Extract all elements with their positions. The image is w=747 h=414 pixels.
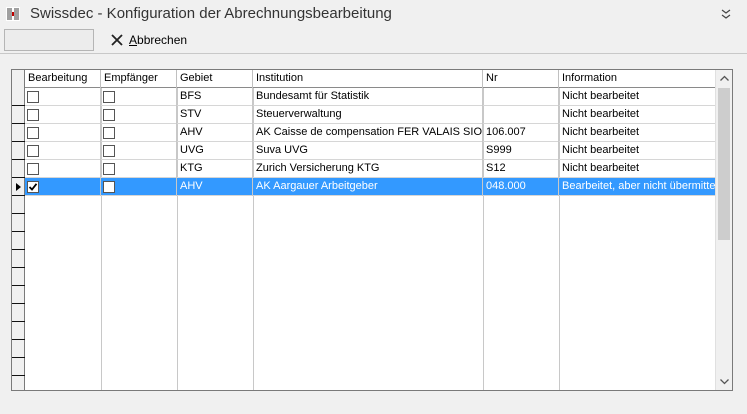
table-cell-gebiet: KTG [177,160,253,178]
table-cell-information: Bearbeitet, aber nicht übermittelt [562,180,716,192]
bearbeitung-checkbox[interactable] [27,127,39,139]
table-cell-gebiet: BFS [177,88,253,106]
configuration-grid[interactable]: Bearbeitung Empfänger Gebiet Institution… [11,69,733,391]
row-selector[interactable] [12,196,25,214]
table-cell-information: Nicht bearbeitet [562,108,640,120]
table-cell-nr [483,88,559,106]
title-bar: Swissdec - Konfiguration der Abrechnungs… [0,0,747,28]
bearbeitung-checkbox[interactable] [27,181,39,193]
row-selector[interactable] [12,268,25,286]
table-cell-gebiet: AHV [177,124,253,142]
table-cell-institution: AK Aargauer Arbeitgeber [253,178,483,196]
table-cell-bearbeitung [25,124,101,142]
table-cell-information: Nicht bearbeitet [562,144,640,156]
empfaenger-checkbox[interactable] [103,109,115,121]
collapse-icon[interactable] [719,7,733,21]
grid-header: Bearbeitung Empfänger Gebiet Institution… [25,70,716,88]
row-selector[interactable] [12,376,25,390]
empfaenger-checkbox[interactable] [103,163,115,175]
table-cell-nr [483,106,559,124]
row-selector[interactable] [12,358,25,376]
empfaenger-checkbox[interactable] [103,127,115,139]
table-cell-information: Nicht bearbeitet [562,90,640,102]
table-cell-information: Nicht bearbeitet [562,162,640,174]
scrollbar-thumb[interactable] [718,88,730,240]
table-cell-gebiet: UVG [177,142,253,160]
toolbar: Abbrechen [0,28,747,54]
table-cell-institution: Bundesamt für Statistik [253,88,483,106]
table-cell-nr: 106.007 [483,124,559,142]
table-cell-bearbeitung [25,88,101,106]
table-cell-empfaenger [101,88,177,106]
table-cell-bearbeitung [25,142,101,160]
table-cell-institution: Zurich Versicherung KTG [253,160,483,178]
row-selector[interactable] [12,178,25,196]
table-cell-institution: AK Caisse de compensation FER VALAIS SIO… [253,124,483,142]
cancel-button-label: Abbrechen [129,33,188,47]
column-header-nr[interactable]: Nr [483,70,559,88]
column-header-information[interactable]: Information [559,70,716,88]
table-row[interactable]: BFS Bundesamt für Statistik Nicht bearbeit… [25,88,716,106]
empfaenger-checkbox[interactable] [103,145,115,157]
app-logo-icon [6,7,20,21]
column-header-empfaenger[interactable]: Empfänger [101,70,177,88]
row-selector[interactable] [12,232,25,250]
row-selector[interactable] [12,322,25,340]
window-title: Swissdec - Konfiguration der Abrechnungs… [30,5,392,22]
table-cell-information: Nicht bearbeitet [562,126,640,138]
table-cell-empfaenger [101,106,177,124]
bearbeitung-checkbox[interactable] [27,91,39,103]
table-cell-institution: Steuerverwaltung [253,106,483,124]
column-header-bearbeitung[interactable]: Bearbeitung [25,70,101,88]
column-header-gebiet[interactable]: Gebiet [177,70,253,88]
row-selector[interactable] [12,142,25,160]
current-row-icon [16,183,21,191]
table-cell-empfaenger [101,160,177,178]
row-selector[interactable] [12,286,25,304]
table-cell-nr: 048.000 [483,178,559,196]
empfaenger-checkbox[interactable] [103,91,115,103]
table-row[interactable]: KTG Zurich Versicherung KTG S12 Nicht bearb… [25,160,716,178]
table-cell-empfaenger [101,142,177,160]
column-header-institution[interactable]: Institution [253,70,483,88]
table-row[interactable]: UVG Suva UVG S999 Nicht bearbeitet [25,142,716,160]
table-row[interactable]: AHV AK Caisse de compensation FER VALAIS … [25,124,716,142]
table-cell-nr: S12 [483,160,559,178]
row-selector[interactable] [12,250,25,268]
row-selector[interactable] [12,124,25,142]
row-selector[interactable] [12,304,25,322]
row-selector[interactable] [12,340,25,358]
table-cell-institution: Suva UVG [253,142,483,160]
cancel-button[interactable]: Abbrechen [104,30,193,50]
row-selector[interactable] [12,160,25,178]
table-cell-empfaenger [101,124,177,142]
row-selector[interactable] [12,214,25,232]
vertical-scrollbar[interactable] [715,70,732,390]
table-cell-empfaenger [101,178,177,196]
table-cell-nr: S999 [483,142,559,160]
scroll-up-icon[interactable] [716,70,733,87]
row-selector[interactable] [12,88,25,106]
table-cell-bearbeitung [25,178,101,196]
scroll-down-icon[interactable] [716,373,733,390]
empfaenger-checkbox[interactable] [103,181,115,193]
close-icon [111,34,123,46]
table-cell-bearbeitung [25,106,101,124]
toolbar-blank-button[interactable] [4,29,94,51]
bearbeitung-checkbox[interactable] [27,145,39,157]
table-cell-bearbeitung [25,160,101,178]
table-cell-gebiet: STV [177,106,253,124]
table-cell-gebiet: AHV [177,178,253,196]
table-row[interactable]: AHV AK Aargauer Arbeitgeber 048.000 Bearbei… [25,178,716,196]
table-row[interactable]: STV Steuerverwaltung Nicht bearbeitet [25,106,716,124]
bearbeitung-checkbox[interactable] [27,109,39,121]
row-selector-column [12,70,25,390]
checkmark-icon [28,183,38,191]
row-selector[interactable] [12,106,25,124]
bearbeitung-checkbox[interactable] [27,163,39,175]
